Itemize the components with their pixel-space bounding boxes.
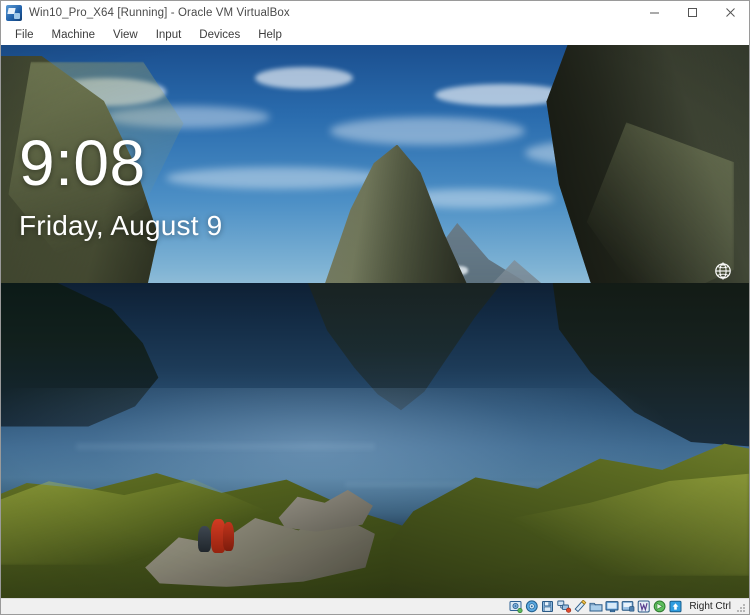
host-key-icon[interactable] <box>669 600 684 613</box>
window-controls <box>635 1 749 24</box>
mouse-integration-icon[interactable] <box>653 600 668 613</box>
resize-grip[interactable] <box>735 602 745 612</box>
network-icon[interactable] <box>557 600 572 613</box>
recording-icon[interactable] <box>621 600 636 613</box>
floppy-disk-icon[interactable] <box>541 600 556 613</box>
hiker-jacket-red <box>222 522 235 552</box>
menubar: File Machine View Input Devices Help <box>1 24 749 45</box>
hard-disk-icon[interactable] <box>509 600 524 613</box>
menu-file[interactable]: File <box>6 25 43 45</box>
vm-features-icon[interactable] <box>637 600 652 613</box>
optical-disk-icon[interactable] <box>525 600 540 613</box>
display-icon[interactable] <box>605 600 620 613</box>
host-key-label: Right Ctrl <box>689 601 731 612</box>
vm-display[interactable]: 9:08 Friday, August 9 Search the <box>1 45 749 598</box>
virtualbox-window: Win10_Pro_X64 [Running] - Oracle VM Virt… <box>0 0 750 615</box>
menu-input[interactable]: Input <box>147 25 191 45</box>
lock-screen-clock: 9:08 <box>19 127 146 199</box>
menu-view[interactable]: View <box>104 25 147 45</box>
minimize-button[interactable] <box>635 1 673 24</box>
virtualbox-icon <box>6 4 22 21</box>
hiker-backpack-dark <box>197 525 212 553</box>
menu-devices[interactable]: Devices <box>190 25 249 45</box>
cloud <box>255 67 353 90</box>
menu-help[interactable]: Help <box>249 25 291 45</box>
titlebar: Win10_Pro_X64 [Running] - Oracle VM Virt… <box>1 1 749 24</box>
statusbar: Right Ctrl <box>1 598 749 614</box>
globe-network-icon[interactable] <box>711 259 735 283</box>
window-title: Win10_Pro_X64 [Running] - Oracle VM Virt… <box>29 6 290 19</box>
shared-folders-icon[interactable] <box>589 600 604 613</box>
hikers <box>195 515 236 559</box>
cloud <box>330 116 525 145</box>
lock-screen-date: Friday, August 9 <box>19 210 223 241</box>
cloud <box>165 166 390 189</box>
maximize-button[interactable] <box>673 1 711 24</box>
water-streak <box>75 443 375 450</box>
menu-machine[interactable]: Machine <box>43 25 104 45</box>
usb-icon[interactable] <box>573 600 588 613</box>
close-button[interactable] <box>711 1 749 24</box>
